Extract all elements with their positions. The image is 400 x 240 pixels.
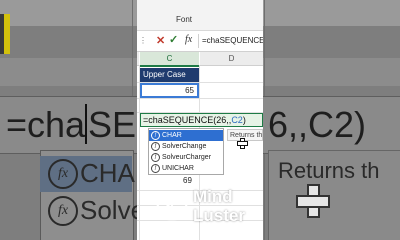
insert-function-button[interactable]: fx (185, 34, 192, 45)
autocomplete-item[interactable]: f UNICHAR (149, 163, 223, 174)
mind-luster-logo: Mind Luster (155, 186, 255, 228)
brain-icon (156, 191, 188, 221)
autocomplete-item[interactable]: f SolveurCharger (149, 152, 223, 163)
cell-reference: C2 (231, 115, 243, 125)
autocomplete-item[interactable]: f CHAR (149, 130, 223, 141)
background-formula-text: =cha (6, 104, 86, 145)
autocomplete-item-label: SolveurCharger (162, 154, 212, 161)
function-icon: f (151, 153, 160, 162)
cursor-plus-icon (237, 138, 248, 149)
header-cell[interactable]: Upper Case (140, 68, 199, 82)
background-caret (85, 104, 87, 144)
divider (198, 34, 199, 48)
more-options-icon[interactable]: ⋮ (139, 36, 147, 45)
logo-text: Mind (193, 187, 233, 206)
autocomplete-item[interactable]: f SolverChange (149, 141, 223, 152)
ribbon: Font (137, 0, 263, 31)
function-icon: f (151, 164, 160, 173)
autocomplete-item-label: SolverChange (162, 143, 207, 150)
ribbon-group-label: Font (176, 15, 193, 24)
background-popup-item: Solve (80, 195, 146, 225)
column-header-d[interactable]: D (200, 52, 263, 66)
column-header-c[interactable]: C (140, 52, 199, 67)
function-icon: f (151, 131, 160, 140)
autocomplete-item-label: CHAR (162, 132, 182, 139)
enter-button[interactable]: ✓ (169, 33, 178, 46)
function-icon: fx (48, 196, 78, 226)
formula-input[interactable]: =chaSEQUENCE( (202, 36, 263, 45)
formula-bar: ⋮ ✕ ✓ fx =chaSEQUENCE( (137, 31, 263, 52)
active-formula-cell[interactable]: =chaSEQUENCE(26,,C2) (140, 113, 263, 127)
formula-suffix: ) (242, 115, 246, 125)
background-tooltip-text: Returns th (278, 158, 380, 183)
background-edge (0, 14, 4, 54)
background-formula-text: 6,,C2) (268, 104, 367, 145)
value-cell[interactable]: 65 (140, 83, 199, 98)
logo-text: Luster (193, 206, 245, 225)
value-cell[interactable]: 69 (183, 176, 192, 185)
cancel-button[interactable]: ✕ (156, 34, 165, 47)
function-icon: f (151, 142, 160, 151)
function-icon: fx (48, 159, 78, 189)
gridline (137, 98, 263, 99)
column-header-b[interactable] (137, 52, 139, 66)
formula-function: SEQUENCE(26,, (162, 115, 232, 125)
cursor-plus-icon (296, 184, 330, 218)
autocomplete-list: f CHAR f SolverChange f SolveurCharger f… (148, 128, 224, 175)
formula-prefix: =cha (143, 115, 163, 125)
autocomplete-item-label: UNICHAR (162, 165, 194, 172)
